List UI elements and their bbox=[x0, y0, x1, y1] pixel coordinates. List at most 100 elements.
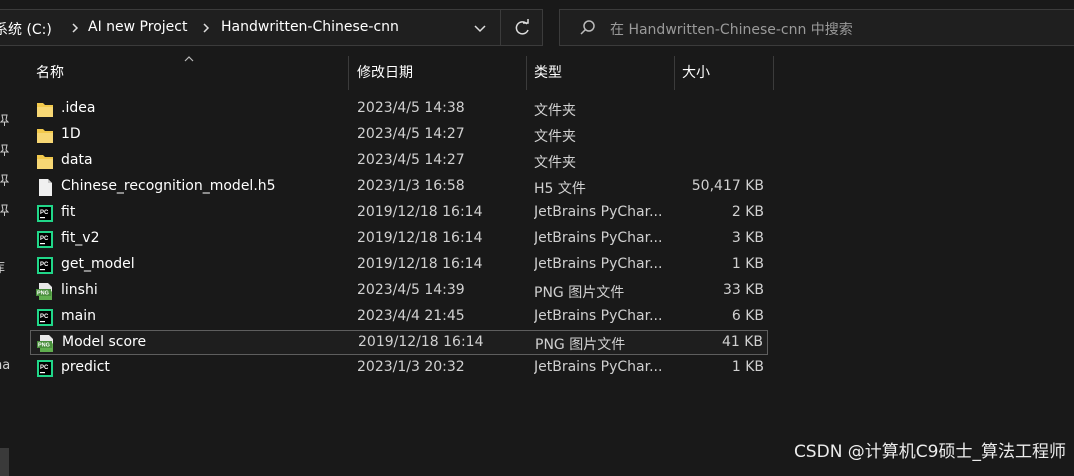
file-row[interactable]: PNG linshi 2023/4/5 14:39 PNG 图片文件 33 KB bbox=[30, 279, 768, 304]
file-row[interactable]: 1D 2023/4/5 14:27 文件夹 bbox=[30, 123, 768, 148]
refresh-icon[interactable] bbox=[508, 16, 536, 40]
file-row[interactable]: data 2023/4/5 14:27 文件夹 bbox=[30, 149, 768, 174]
svg-text:PC: PC bbox=[40, 314, 49, 320]
column-header-date[interactable]: 修改日期 bbox=[357, 56, 413, 90]
file-name: data bbox=[61, 152, 93, 168]
navigation-pane[interactable]: 库 na bbox=[0, 56, 15, 476]
search-icon bbox=[580, 20, 595, 35]
file-size: 1 KB bbox=[731, 256, 764, 272]
file-name: Chinese_recognition_model.h5 bbox=[61, 178, 276, 194]
file-name: main bbox=[61, 308, 96, 324]
file-type: 文件夹 bbox=[534, 103, 576, 119]
chevron-down-icon[interactable] bbox=[468, 18, 492, 38]
column-divider[interactable] bbox=[674, 56, 675, 90]
file-size: 1 KB bbox=[731, 359, 764, 375]
column-header-type[interactable]: 类型 bbox=[534, 56, 562, 90]
column-divider[interactable] bbox=[348, 56, 349, 90]
pin-icon[interactable] bbox=[0, 204, 9, 216]
file-type: PNG 图片文件 bbox=[534, 285, 625, 301]
chevron-right-icon[interactable] bbox=[68, 18, 82, 38]
nav-item-fragment[interactable]: na bbox=[0, 358, 10, 373]
file-row[interactable]: PC fit_v2 2019/12/18 16:14 JetBrains PyC… bbox=[30, 227, 768, 252]
breadcrumb-project[interactable]: AI new Project bbox=[88, 19, 187, 35]
folder-icon bbox=[37, 155, 53, 169]
pycharm-file-icon: PC bbox=[37, 309, 53, 326]
file-date: 2019/12/18 16:14 bbox=[358, 334, 484, 350]
nav-selected-indicator bbox=[0, 448, 9, 476]
file-row[interactable]: .idea 2023/4/5 14:38 文件夹 bbox=[30, 97, 768, 122]
file-date: 2023/4/5 14:27 bbox=[357, 126, 465, 142]
file-size: 41 KB bbox=[721, 334, 763, 350]
watermark-text: CSDN @计算机C9硕士_算法工程师 bbox=[793, 442, 1066, 462]
pycharm-file-icon: PC bbox=[37, 205, 53, 222]
svg-text:PNG: PNG bbox=[37, 291, 49, 297]
search-box[interactable]: 在 Handwritten-Chinese-cnn 中搜索 bbox=[559, 9, 1074, 46]
file-type: JetBrains PyChar... bbox=[534, 204, 663, 220]
file-type: H5 文件 bbox=[534, 181, 586, 197]
file-type: JetBrains PyChar... bbox=[534, 256, 663, 272]
file-type: JetBrains PyChar... bbox=[534, 359, 663, 375]
search-input[interactable]: 在 Handwritten-Chinese-cnn 中搜索 bbox=[610, 19, 853, 39]
file-date: 2023/1/3 16:58 bbox=[357, 178, 465, 194]
file-name: get_model bbox=[61, 256, 135, 272]
file-date: 2023/4/4 21:45 bbox=[357, 308, 465, 324]
file-row[interactable]: Chinese_recognition_model.h5 2023/1/3 16… bbox=[30, 175, 768, 200]
file-type: PNG 图片文件 bbox=[535, 337, 626, 353]
file-name: Model score bbox=[62, 334, 147, 350]
file-size: 33 KB bbox=[722, 282, 764, 298]
pin-icon[interactable] bbox=[0, 144, 9, 156]
file-row[interactable]: PC predict 2023/1/3 20:32 JetBrains PyCh… bbox=[30, 356, 768, 381]
file-date: 2023/4/5 14:39 bbox=[357, 282, 465, 298]
column-header-name[interactable]: 名称 bbox=[36, 56, 64, 90]
file-row-selected[interactable]: PNG Model score 2019/12/18 16:14 PNG 图片文… bbox=[30, 330, 768, 355]
pin-icon[interactable] bbox=[0, 114, 9, 126]
file-row[interactable]: PC fit 2019/12/18 16:14 JetBrains PyChar… bbox=[30, 201, 768, 226]
svg-text:PC: PC bbox=[40, 210, 49, 216]
png-file-icon: PNG bbox=[36, 283, 52, 300]
file-date: 2023/1/3 20:32 bbox=[357, 359, 465, 375]
file-row[interactable]: PC main 2023/4/4 21:45 JetBrains PyChar.… bbox=[30, 305, 768, 330]
file-row[interactable]: PC get_model 2019/12/18 16:14 JetBrains … bbox=[30, 253, 768, 278]
file-type: JetBrains PyChar... bbox=[534, 230, 663, 246]
address-bar[interactable]: 系统 (C:) AI new Project Handwritten-Chine… bbox=[0, 9, 543, 46]
file-type: JetBrains PyChar... bbox=[534, 308, 663, 324]
svg-text:PC: PC bbox=[40, 236, 49, 242]
address-divider bbox=[500, 10, 501, 45]
file-size: 6 KB bbox=[731, 308, 764, 324]
file-date: 2023/4/5 14:38 bbox=[357, 100, 465, 116]
folder-icon bbox=[37, 129, 53, 143]
column-divider[interactable] bbox=[773, 56, 774, 90]
svg-text:PNG: PNG bbox=[38, 343, 50, 349]
svg-text:PC: PC bbox=[40, 365, 49, 371]
column-divider[interactable] bbox=[526, 56, 527, 90]
column-header-row: 名称 修改日期 类型 大小 bbox=[22, 56, 782, 90]
folder-icon bbox=[37, 103, 53, 117]
pycharm-file-icon: PC bbox=[37, 360, 53, 377]
pycharm-file-icon: PC bbox=[37, 231, 53, 248]
pin-icon[interactable] bbox=[0, 174, 9, 186]
generic-file-icon bbox=[39, 179, 52, 196]
file-type: 文件夹 bbox=[534, 155, 576, 171]
file-date: 2019/12/18 16:14 bbox=[357, 204, 483, 220]
file-date: 2023/4/5 14:27 bbox=[357, 152, 465, 168]
breadcrumb-drive[interactable]: 系统 (C:) bbox=[0, 19, 52, 39]
nav-item-fragment[interactable]: 库 bbox=[0, 257, 5, 276]
sort-ascending-icon bbox=[184, 56, 194, 62]
file-date: 2019/12/18 16:14 bbox=[357, 230, 483, 246]
file-name: .idea bbox=[61, 100, 96, 116]
file-size: 2 KB bbox=[731, 204, 764, 220]
png-file-icon: PNG bbox=[37, 335, 53, 352]
file-name: 1D bbox=[61, 126, 81, 142]
file-name: predict bbox=[61, 359, 110, 375]
file-name: linshi bbox=[61, 282, 98, 298]
column-header-size[interactable]: 大小 bbox=[682, 56, 710, 90]
pycharm-file-icon: PC bbox=[37, 257, 53, 274]
breadcrumb-current-folder[interactable]: Handwritten-Chinese-cnn bbox=[221, 19, 399, 35]
file-type: 文件夹 bbox=[534, 129, 576, 145]
file-date: 2019/12/18 16:14 bbox=[357, 256, 483, 272]
chevron-right-icon[interactable] bbox=[199, 18, 213, 38]
file-name: fit_v2 bbox=[61, 230, 100, 246]
file-size: 3 KB bbox=[731, 230, 764, 246]
file-name: fit bbox=[61, 204, 76, 220]
file-size: 50,417 KB bbox=[691, 178, 764, 194]
